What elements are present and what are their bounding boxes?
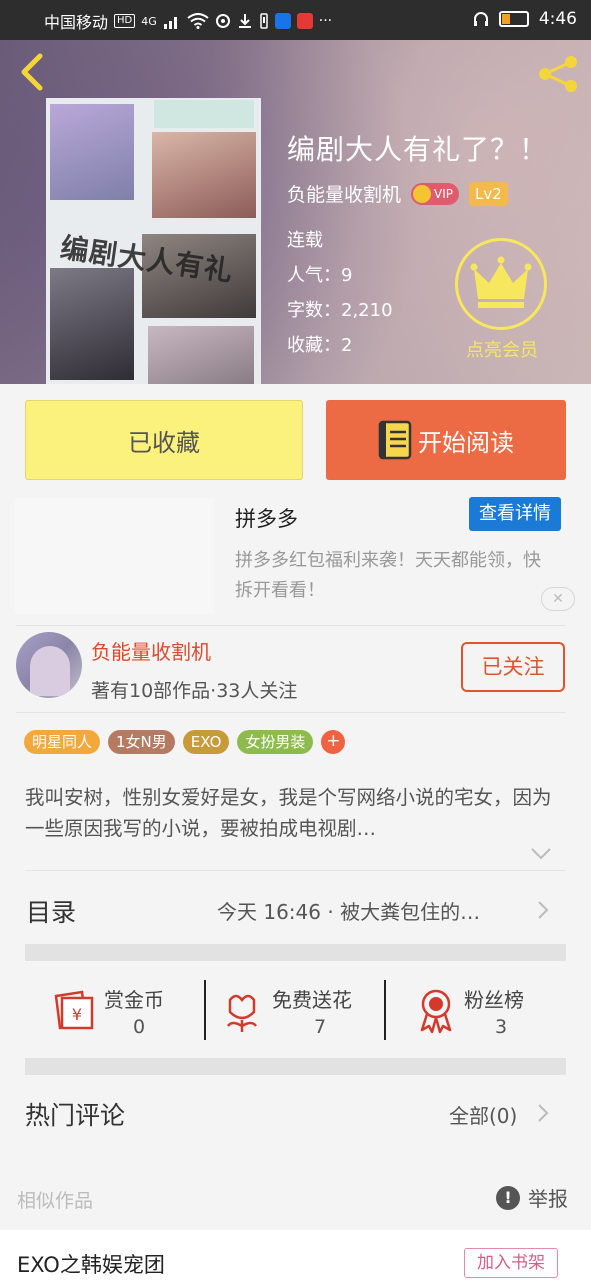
report-label: 举报 — [528, 1187, 568, 1211]
reward-coins-button[interactable]: ¥ 赏金币 0 — [52, 980, 192, 1040]
wifi-icon — [187, 13, 209, 29]
author-line: 负能量收割机 VIP Lv2 — [287, 180, 508, 207]
exclamation-icon: ! — [496, 1185, 520, 1210]
author-profile-name[interactable]: 负能量收割机 — [91, 636, 211, 665]
popularity-row: 人气：9 — [287, 265, 353, 286]
report-button[interactable]: ! 举报 — [496, 1183, 568, 1212]
author-stats: 著有10部作品·33人关注 — [91, 680, 298, 702]
all-comments-link[interactable]: 全部(0) — [449, 1100, 517, 1129]
divider — [25, 870, 566, 871]
battery-icon — [498, 11, 529, 27]
fan-ranking-button[interactable]: 粉丝榜 3 — [416, 980, 546, 1040]
free-flowers-value: 7 — [314, 1016, 327, 1038]
book-synopsis[interactable]: 我叫安树，性别女爱好是女，我是个写网络小说的宅女，因为一些原因我写的小说，要被拍… — [25, 782, 565, 844]
tag-chip[interactable]: 明星同人 — [24, 730, 101, 754]
hd-badge: HD — [114, 14, 136, 28]
start-reading-label: 开始阅读 — [418, 428, 514, 457]
stat-divider — [384, 980, 386, 1040]
baidu-notify-icon — [296, 13, 313, 29]
chevron-down-icon[interactable] — [530, 846, 552, 862]
favorited-button[interactable]: 已收藏 — [25, 400, 303, 480]
medal-icon — [420, 989, 452, 1034]
section-separator — [25, 1058, 566, 1075]
carrier-label: 中国移动 — [44, 13, 109, 32]
chevron-right-icon[interactable] — [536, 899, 550, 921]
ad-title[interactable]: 拼多多 — [235, 503, 298, 533]
ad-detail-button[interactable]: 查看详情 — [469, 497, 561, 531]
reward-coins-value: 0 — [133, 1016, 146, 1038]
back-arrow-icon[interactable] — [16, 52, 48, 92]
tag-chip[interactable]: 女扮男装 — [237, 730, 314, 754]
headphone-icon — [473, 12, 488, 26]
network-label: 4G — [141, 14, 157, 28]
book-icon — [378, 420, 412, 460]
free-flowers-button[interactable]: 免费送花 7 — [222, 980, 372, 1040]
member-label[interactable]: 点亮会员 — [452, 336, 552, 362]
free-flowers-label: 免费送花 — [272, 988, 352, 1012]
favorites-row: 收藏：2 — [287, 335, 353, 356]
share-icon[interactable] — [536, 54, 580, 94]
ad-image[interactable] — [14, 498, 214, 614]
ad-close-icon[interactable]: ✕ — [541, 587, 575, 611]
svg-text:¥: ¥ — [72, 1005, 82, 1024]
chevron-right-icon[interactable] — [536, 1102, 550, 1124]
similar-book-title[interactable]: EXO之韩娱宠团 — [17, 1249, 165, 1279]
crown-icon — [413, 184, 432, 203]
app-notify-icon — [274, 13, 291, 29]
book-title: 编剧大人有礼了？！ — [287, 133, 549, 166]
serial-status: 连载 — [287, 230, 323, 251]
clock: 4:46 — [538, 9, 577, 29]
signal-icon — [163, 17, 177, 29]
flower-icon — [226, 994, 258, 1032]
stat-divider — [204, 980, 206, 1040]
similar-works-label: 相似作品 — [17, 1190, 94, 1212]
divider — [16, 625, 566, 626]
member-crown-button[interactable] — [455, 238, 547, 330]
author-name[interactable]: 负能量收割机 — [287, 180, 401, 207]
alert-icon — [260, 13, 268, 29]
add-tag-icon[interactable]: + — [321, 730, 346, 754]
hot-comments-title: 热门评论 — [25, 1101, 126, 1130]
section-separator — [25, 944, 566, 961]
crown-icon — [470, 256, 532, 308]
tag-chip[interactable]: EXO — [182, 730, 230, 754]
more-notifications-icon: ··· — [318, 13, 333, 29]
status-bar: 中国移动 HD 4G ··· 4:46 — [0, 0, 591, 40]
vip-badge: VIP — [411, 182, 459, 205]
avatar[interactable] — [16, 632, 82, 698]
red-envelope-icon: ¥ — [54, 990, 94, 1030]
fan-ranking-label: 粉丝榜 — [464, 988, 524, 1012]
add-to-shelf-button[interactable]: 加入书架 — [464, 1248, 558, 1278]
level-badge: Lv2 — [469, 181, 508, 206]
start-reading-button[interactable]: 开始阅读 — [326, 400, 566, 480]
popularity-value: 9 — [341, 265, 353, 286]
favorites-value: 2 — [341, 335, 353, 356]
fan-ranking-value: 3 — [495, 1016, 508, 1038]
follow-button[interactable]: 已关注 — [461, 642, 565, 692]
reward-coins-label: 赏金币 — [104, 988, 164, 1012]
tag-chip[interactable]: 1女N男 — [108, 730, 175, 754]
tag-list: 明星同人 1女N男 EXO 女扮男装 + — [24, 730, 346, 754]
word-count-value: 2,210 — [341, 300, 393, 321]
word-count-row: 字数：2,210 — [287, 300, 393, 321]
divider — [16, 712, 566, 713]
download-icon — [238, 14, 251, 28]
latest-chapter[interactable]: 今天 16:46 · 被大粪包住的… — [217, 896, 480, 925]
ad-description[interactable]: 拼多多红包福利来袭！天天都能领，快拆开看看！ — [235, 546, 545, 606]
sync-icon — [215, 14, 230, 28]
catalog-title[interactable]: 目录 — [26, 893, 76, 929]
book-cover[interactable]: 编剧大人有礼 — [46, 98, 261, 384]
